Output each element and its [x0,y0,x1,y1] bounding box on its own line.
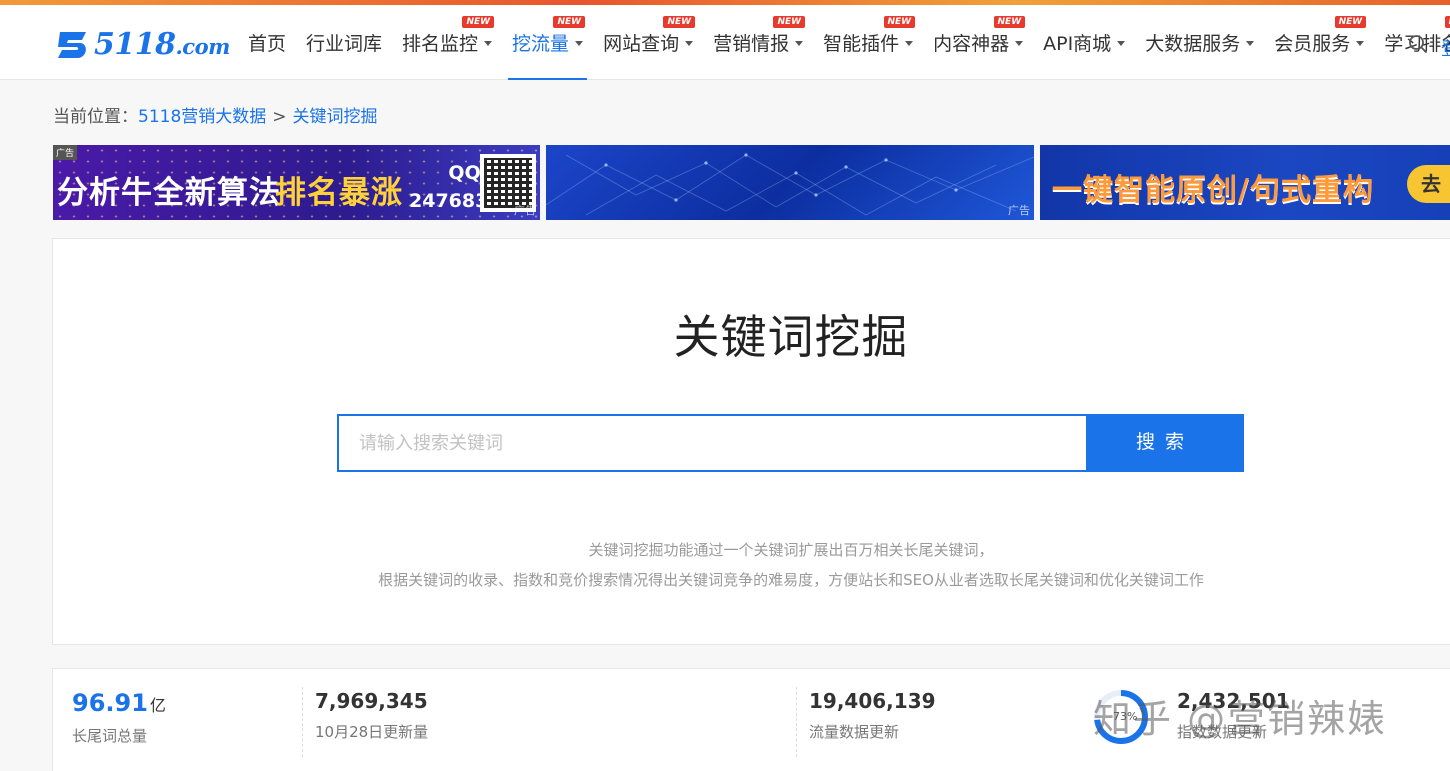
header: 5118.com 首页 行业词库 排名监控 NEW 挖流量 NEW 网站查询 NEW 营销情报 N… [0,5,1450,80]
stat-value: 19,406,139 [809,689,936,713]
nav-item-0[interactable]: 首页 [238,5,296,80]
nav-item-5[interactable]: 营销情报 NEW [703,5,813,80]
nav-item-label: 排名监控 [402,33,479,55]
nav-item-3[interactable]: 挖流量 NEW [502,5,593,80]
page-title: 关键词挖掘 [673,310,909,364]
search-button[interactable]: 搜索 [1086,414,1244,472]
caret-down-icon [905,41,914,46]
logo-text: 5118.com [94,26,230,62]
nav-item-label: API商城 [1043,33,1112,55]
logo-icon [58,32,86,58]
nav-item-8[interactable]: API商城 [1033,5,1135,80]
caret-down-icon [1356,41,1365,46]
divider [796,687,797,757]
keyword-mining-card: 关键词挖掘 搜索 关键词挖掘功能通过一个关键词扩展出百万相关长尾关键词， 根据关… [52,238,1450,645]
ad3-button[interactable]: 去 [1407,165,1450,203]
stat-label: 流量数据更新 [809,723,900,741]
ad-banner-2[interactable]: 广告 [546,145,1034,220]
ad-banner-1[interactable]: 广告 分析牛全新算法 排名暴涨 QQ: 247683 广告 [53,145,540,220]
new-badge: NEW [773,16,806,28]
logo[interactable]: 5118.com [52,25,230,63]
breadcrumb: 当前位置：5118营销大数据 > 关键词挖掘 [53,102,378,127]
nav-item-9[interactable]: 大数据服务 [1135,5,1264,80]
ad-tag-corner: 广告 [1008,204,1030,217]
nav-item-4[interactable]: 网站查询 NEW [593,5,703,80]
caret-down-icon [795,41,804,46]
nav-item-label: 会员服务 [1274,33,1351,55]
breadcrumb-home-link[interactable]: 5118营销大数据 [138,107,266,127]
description-line-2: 根据关键词的收录、指数和竞价搜索情况得出关键词竞争的难易度，方便站长和SEO从业… [378,571,1204,589]
stat-label: 10月28日更新量 [315,723,429,741]
new-badge: NEW [1334,16,1367,28]
nav-item-label: 大数据服务 [1145,33,1241,55]
ad3-text: 一键智能原创/句式重构 [1052,173,1374,208]
stat-value: 7,969,345 [315,689,428,713]
nav-item-6[interactable]: 智能插件 NEW [813,5,923,80]
divider [302,687,303,757]
ad-banner-3[interactable]: 一键智能原创/句式重构 去 [1040,145,1450,220]
nav-item-label: 智能插件 [823,33,900,55]
nav-item-label: 内容神器 [933,33,1010,55]
nav-item-label: 网站查询 [603,33,680,55]
new-badge: NEW [993,16,1026,28]
nav-item-label: 挖流量 [512,33,570,55]
stat-unit: 亿 [149,696,166,715]
caret-down-icon [1117,41,1126,46]
new-badge: NEW [462,16,495,28]
nav-item-2[interactable]: 排名监控 NEW [392,5,502,80]
stat-traffic-update: 19,406,139 流量数据更新 [809,689,936,742]
nav-item-label: 行业词库 [306,33,383,55]
main-nav: 首页 行业词库 排名监控 NEW 挖流量 NEW 网站查询 NEW 营销情报 NEW 智能插件 NEW… [238,5,1450,80]
ad1-qq: QQ: 247683 [409,159,488,215]
nav-item-7[interactable]: 内容神器 NEW [923,5,1033,80]
login-link[interactable]: 登 [1441,35,1450,61]
ad1-text-2: 排名暴涨 [275,175,403,211]
stat-total-longtail: 96.91 亿 长尾词总量 [72,689,166,746]
ad-tag-corner: 广告 [514,204,536,217]
stat-daily-update: 7,969,345 10月28日更新量 [315,689,428,742]
nav-item-1[interactable]: 行业词库 [296,5,392,80]
watermark: 知乎 @营销辣婊 [1093,697,1388,741]
breadcrumb-separator: > [272,107,287,127]
ad1-qq-label: QQ: [448,162,489,184]
new-badge: NEW [1444,16,1450,28]
nav-item-label: 首页 [248,33,287,55]
caret-down-icon [1015,41,1024,46]
new-badge: NEW [553,16,586,28]
caret-down-icon [1246,41,1255,46]
ad-tag: 广告 [53,145,78,160]
stat-value: 96.91 [72,689,148,717]
nav-item-label: 营销情报 [713,33,790,55]
ad1-text-1: 分析牛全新算法 [57,175,281,211]
ad1-qq-number: 247683 [409,190,489,212]
search-icon[interactable] [1408,34,1428,54]
stat-label: 长尾词总量 [72,727,148,745]
search-input[interactable] [339,416,1087,470]
search-box [337,414,1087,472]
breadcrumb-prefix: 当前位置： [53,107,138,127]
nav-item-10[interactable]: 会员服务 NEW [1264,5,1374,80]
caret-down-icon [484,41,493,46]
description-line-1: 关键词挖掘功能通过一个关键词扩展出百万相关长尾关键词， [588,541,994,559]
new-badge: NEW [663,16,696,28]
caret-down-icon [575,41,584,46]
network-pattern-icon [546,153,1034,216]
caret-down-icon [685,41,694,46]
breadcrumb-current-link[interactable]: 关键词挖掘 [293,107,378,127]
new-badge: NEW [883,16,916,28]
